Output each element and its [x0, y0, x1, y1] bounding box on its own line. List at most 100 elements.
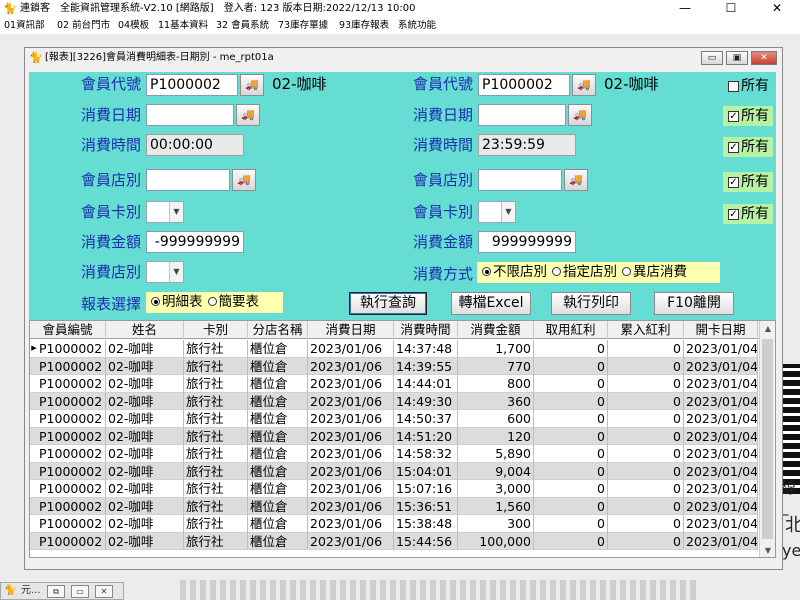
- table-cell: 0: [608, 532, 684, 550]
- restore-icon[interactable]: ⧉: [47, 585, 65, 598]
- member-store-from-lookup-button[interactable]: 🚚: [232, 169, 256, 191]
- minimized-window[interactable]: 🐈 元... ⧉ ▭ ✕: [0, 582, 124, 600]
- table-cell: 旅行社: [184, 340, 248, 358]
- table-cell: P1000002: [30, 340, 106, 358]
- truck-icon: 🚚: [245, 78, 259, 91]
- close-icon[interactable]: ✕: [95, 585, 113, 598]
- spend-store-select[interactable]: ▼: [146, 261, 184, 283]
- radio-icon: [552, 267, 561, 276]
- date-from-input[interactable]: [146, 104, 234, 126]
- app-title: 連鎖客 全能資訊管理系統-V2.10 [網路版] 登入者: 123 版本日期:2…: [20, 3, 416, 14]
- export-excel-button[interactable]: 轉檔Excel: [451, 292, 531, 315]
- print-button[interactable]: 執行列印: [551, 292, 631, 315]
- time-to-input[interactable]: 23:59:59: [478, 134, 576, 156]
- column-header[interactable]: 消費金額: [458, 321, 534, 339]
- member-store-from-input[interactable]: [146, 169, 230, 191]
- maximize-button[interactable]: ☐: [708, 0, 754, 17]
- table-row[interactable]: P1000002 02-咖啡 旅行社 櫃位倉 2023/01/06 14:39:55 770…: [30, 357, 758, 375]
- all-checkbox-card[interactable]: ✓ 所有: [723, 204, 773, 224]
- background-text: 北: [785, 515, 800, 536]
- minimize-button[interactable]: —: [662, 0, 708, 17]
- table-row[interactable]: P1000002 02-咖啡 旅行社 櫃位倉 2023/01/06 14:49:30 360…: [30, 392, 758, 410]
- card-type-to-select[interactable]: ▼: [478, 201, 516, 223]
- date-to-lookup-button[interactable]: 🚚: [568, 104, 592, 126]
- table-cell: 2023/01/06: [308, 427, 394, 445]
- report-type-radio-group: 明細表 簡要表: [146, 292, 283, 313]
- menu-bar: 01資訊部 02 前台門市 04模板 11基本資料 32 會員系統 73庫存單據…: [0, 17, 800, 34]
- menu-item-info[interactable]: 01資訊部: [4, 18, 45, 33]
- all-checkbox-member-code[interactable]: 所有: [723, 76, 773, 96]
- menu-item-member-system[interactable]: 32 會員系統: [216, 18, 269, 33]
- menu-item-front-store[interactable]: 02 前台門市: [57, 18, 110, 33]
- report-type-option[interactable]: 簡要表: [205, 292, 259, 313]
- menu-item-template[interactable]: 04模板: [118, 18, 149, 33]
- menu-item-system[interactable]: 系統功能: [398, 18, 436, 33]
- member-code-from-lookup-button[interactable]: 🚚: [240, 74, 264, 96]
- table-cell: 旅行社: [184, 392, 248, 410]
- member-code-label: 會員代號: [413, 75, 474, 93]
- table-row[interactable]: P1000002 02-咖啡 旅行社 櫃位倉 2023/01/06 14:44:01 800…: [30, 375, 758, 393]
- date-to-input[interactable]: [478, 104, 566, 126]
- grid-vertical-scrollbar[interactable]: ▲ ▼: [759, 321, 775, 557]
- amount-from-input[interactable]: -999999999: [146, 231, 244, 253]
- column-header[interactable]: 分店名稱: [248, 321, 308, 339]
- child-close-button[interactable]: ✕: [751, 51, 777, 65]
- cat-logo-icon: 🐈: [3, 2, 17, 15]
- table-cell: 02-咖啡: [106, 480, 184, 498]
- member-store-to-input[interactable]: [478, 169, 562, 191]
- scroll-up-icon[interactable]: ▲: [760, 321, 775, 337]
- member-code-from-input[interactable]: P1000002: [146, 74, 238, 96]
- column-header[interactable]: 取用紅利: [534, 321, 608, 339]
- spend-method-label: 消費方式: [413, 265, 474, 283]
- maximize-icon[interactable]: ▭: [71, 585, 89, 598]
- spend-method-option[interactable]: 異店消費: [619, 262, 687, 283]
- table-cell: 0: [534, 357, 608, 375]
- member-store-to-lookup-button[interactable]: 🚚: [564, 169, 588, 191]
- menu-item-basic-data[interactable]: 11基本資料: [158, 18, 208, 33]
- card-type-from-select[interactable]: ▼: [146, 201, 184, 223]
- exit-button[interactable]: F10離開: [654, 292, 734, 315]
- scroll-down-icon[interactable]: ▼: [760, 543, 775, 557]
- table-row[interactable]: P1000002 02-咖啡 旅行社 櫃位倉 2023/01/06 15:36:51 1,5…: [30, 497, 758, 515]
- table-cell: 0: [608, 462, 684, 480]
- report-type-option[interactable]: 明細表: [148, 292, 203, 313]
- column-header[interactable]: 卡別: [184, 321, 248, 339]
- child-restore-button[interactable]: ▣: [726, 51, 748, 65]
- column-header[interactable]: 累入紅利: [608, 321, 684, 339]
- execute-query-button[interactable]: 執行查詢: [349, 292, 427, 315]
- all-checkbox-store[interactable]: ✓ 所有: [723, 172, 773, 192]
- table-cell: 14:50:37: [394, 410, 458, 428]
- table-row[interactable]: P1000002 02-咖啡 旅行社 櫃位倉 2023/01/06 15:38:48 300…: [30, 515, 758, 533]
- table-row[interactable]: P1000002 02-咖啡 旅行社 櫃位倉 2023/01/06 14:51:20 120…: [30, 427, 758, 445]
- column-header[interactable]: 消費時間: [394, 321, 458, 339]
- column-header[interactable]: 開卡日期: [684, 321, 758, 339]
- table-row[interactable]: P1000002 02-咖啡 旅行社 櫃位倉 2023/01/06 14:50:37 600…: [30, 410, 758, 428]
- spend-method-option[interactable]: 不限店別: [479, 262, 547, 283]
- table-cell: 02-咖啡: [106, 357, 184, 375]
- table-cell: 2023/01/06: [308, 532, 394, 550]
- spend-method-option[interactable]: 指定店別: [549, 262, 617, 283]
- table-row[interactable]: P1000002 02-咖啡 旅行社 櫃位倉 2023/01/06 14:37:48 1,7…: [30, 340, 758, 358]
- child-minimize-button[interactable]: ▭: [701, 51, 723, 65]
- column-header[interactable]: 消費日期: [308, 321, 394, 339]
- table-row[interactable]: P1000002 02-咖啡 旅行社 櫃位倉 2023/01/06 15:04:01 9,0…: [30, 462, 758, 480]
- chevron-down-icon: ▼: [169, 202, 183, 222]
- member-code-to-input[interactable]: P1000002: [478, 74, 570, 96]
- menu-item-stock-docs[interactable]: 73庫存單據: [278, 18, 328, 33]
- table-row[interactable]: P1000002 02-咖啡 旅行社 櫃位倉 2023/01/06 15:44:56 100…: [30, 532, 758, 550]
- table-row[interactable]: P1000002 02-咖啡 旅行社 櫃位倉 2023/01/06 14:58:32 5,8…: [30, 445, 758, 463]
- scroll-thumb[interactable]: [762, 339, 773, 539]
- column-header[interactable]: 會員編號: [30, 321, 106, 339]
- amount-to-input[interactable]: 999999999: [478, 231, 576, 253]
- close-button[interactable]: ✕: [754, 0, 800, 17]
- radio-icon: [622, 267, 631, 276]
- all-checkbox-date[interactable]: ✓ 所有: [723, 106, 773, 126]
- member-code-to-lookup-button[interactable]: 🚚: [572, 74, 596, 96]
- table-row[interactable]: P1000002 02-咖啡 旅行社 櫃位倉 2023/01/06 15:07:16 3,0…: [30, 480, 758, 498]
- column-header[interactable]: 姓名: [106, 321, 184, 339]
- table-cell: 2023/01/04: [684, 357, 758, 375]
- menu-item-stock-reports[interactable]: 93庫存報表: [339, 18, 389, 33]
- time-from-input[interactable]: 00:00:00: [146, 134, 244, 156]
- date-from-lookup-button[interactable]: 🚚: [236, 104, 260, 126]
- all-checkbox-time[interactable]: ✓ 所有: [723, 137, 773, 157]
